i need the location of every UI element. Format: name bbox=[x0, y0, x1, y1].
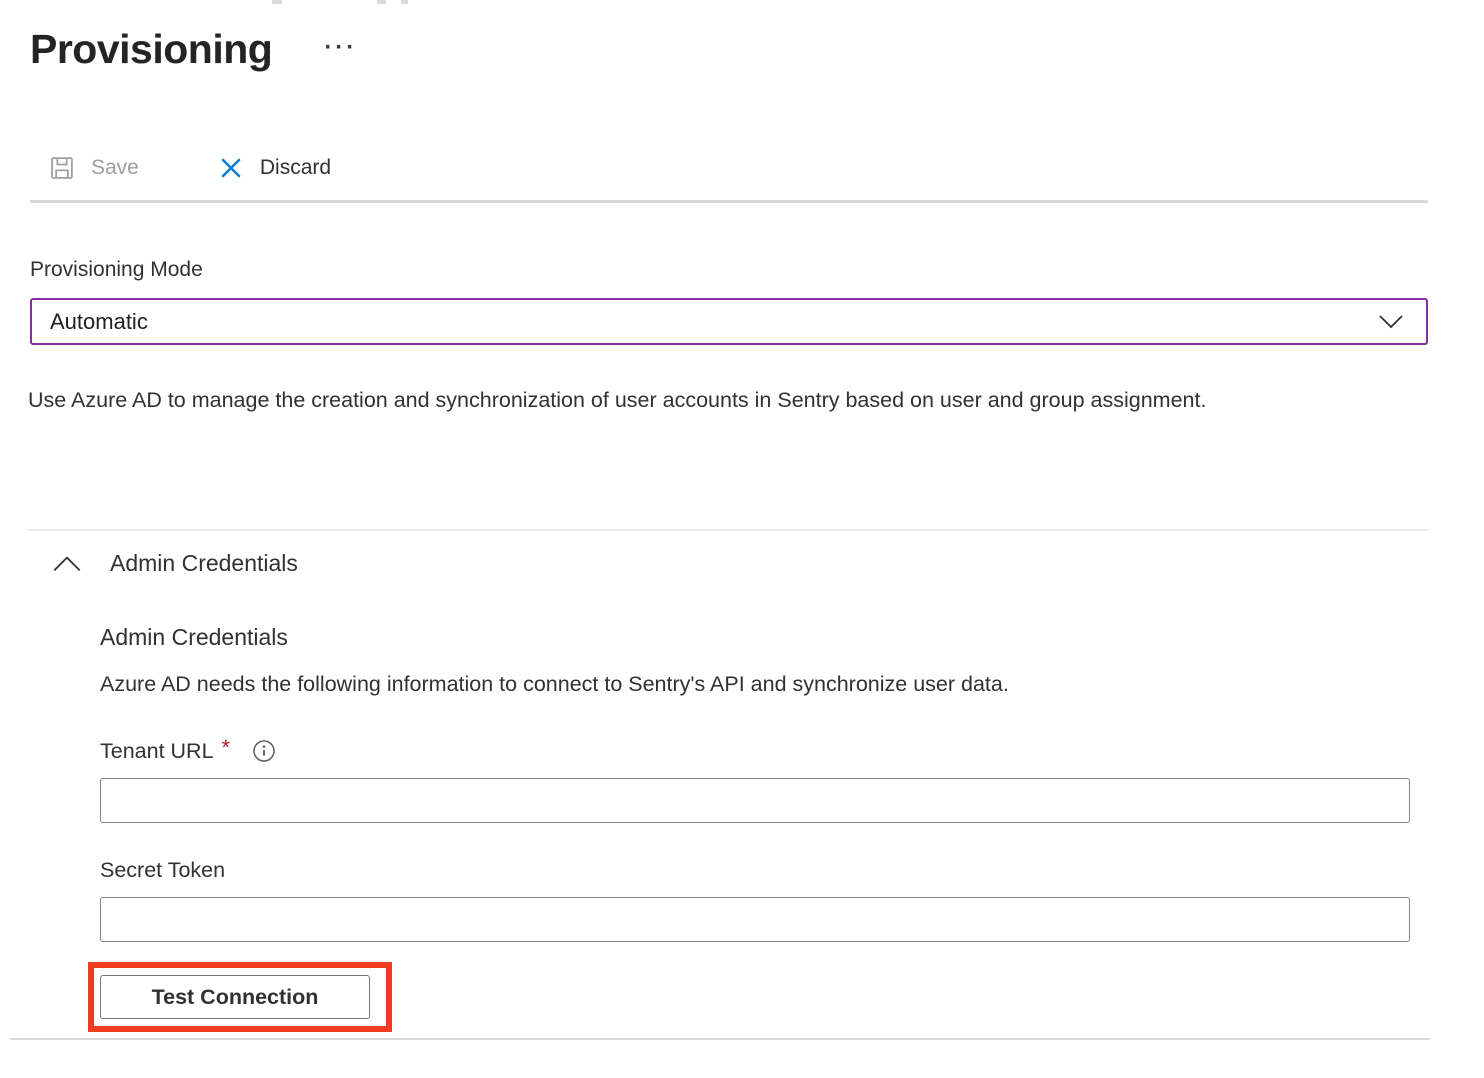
chevron-down-icon bbox=[1378, 314, 1404, 329]
tenant-url-input[interactable] bbox=[100, 778, 1410, 823]
admin-credentials-accordion[interactable]: Admin Credentials bbox=[52, 550, 298, 577]
admin-credentials-description: Azure AD needs the following information… bbox=[100, 672, 1300, 697]
accordion-label: Admin Credentials bbox=[110, 550, 298, 577]
title-row: Provisioning ··· bbox=[30, 20, 357, 78]
more-actions-button[interactable]: ··· bbox=[324, 28, 357, 68]
toolbar: Save Discard bbox=[30, 146, 349, 190]
info-icon[interactable] bbox=[252, 739, 276, 763]
save-button-label: Save bbox=[91, 156, 139, 180]
discard-icon bbox=[217, 154, 245, 182]
tenant-url-label-row: Tenant URL * bbox=[100, 738, 276, 764]
required-marker: * bbox=[222, 735, 231, 761]
chevron-up-icon bbox=[52, 555, 82, 573]
provisioning-mode-label: Provisioning Mode bbox=[30, 258, 203, 282]
tenant-url-label: Tenant URL bbox=[100, 739, 214, 764]
bottom-divider bbox=[10, 1038, 1430, 1040]
provisioning-mode-dropdown[interactable]: Automatic bbox=[30, 298, 1428, 345]
toolbar-divider bbox=[30, 200, 1428, 203]
discard-button-label: Discard bbox=[260, 156, 331, 180]
secret-token-input[interactable] bbox=[100, 897, 1410, 942]
section-divider bbox=[28, 529, 1428, 531]
discard-button[interactable]: Discard bbox=[199, 146, 349, 190]
clipped-text-remnant bbox=[377, 0, 386, 4]
secret-token-label-row: Secret Token bbox=[100, 858, 225, 883]
test-connection-button[interactable]: Test Connection bbox=[100, 975, 370, 1019]
save-icon bbox=[48, 154, 76, 182]
clipped-text-remnant bbox=[401, 0, 408, 4]
secret-token-label: Secret Token bbox=[100, 858, 225, 883]
provisioning-mode-value: Automatic bbox=[50, 309, 148, 335]
save-button[interactable]: Save bbox=[30, 146, 157, 190]
clipped-text-remnant bbox=[272, 0, 282, 4]
page-title: Provisioning bbox=[30, 20, 272, 78]
admin-credentials-heading: Admin Credentials bbox=[100, 624, 288, 651]
provisioning-mode-description: Use Azure AD to manage the creation and … bbox=[28, 380, 1338, 421]
